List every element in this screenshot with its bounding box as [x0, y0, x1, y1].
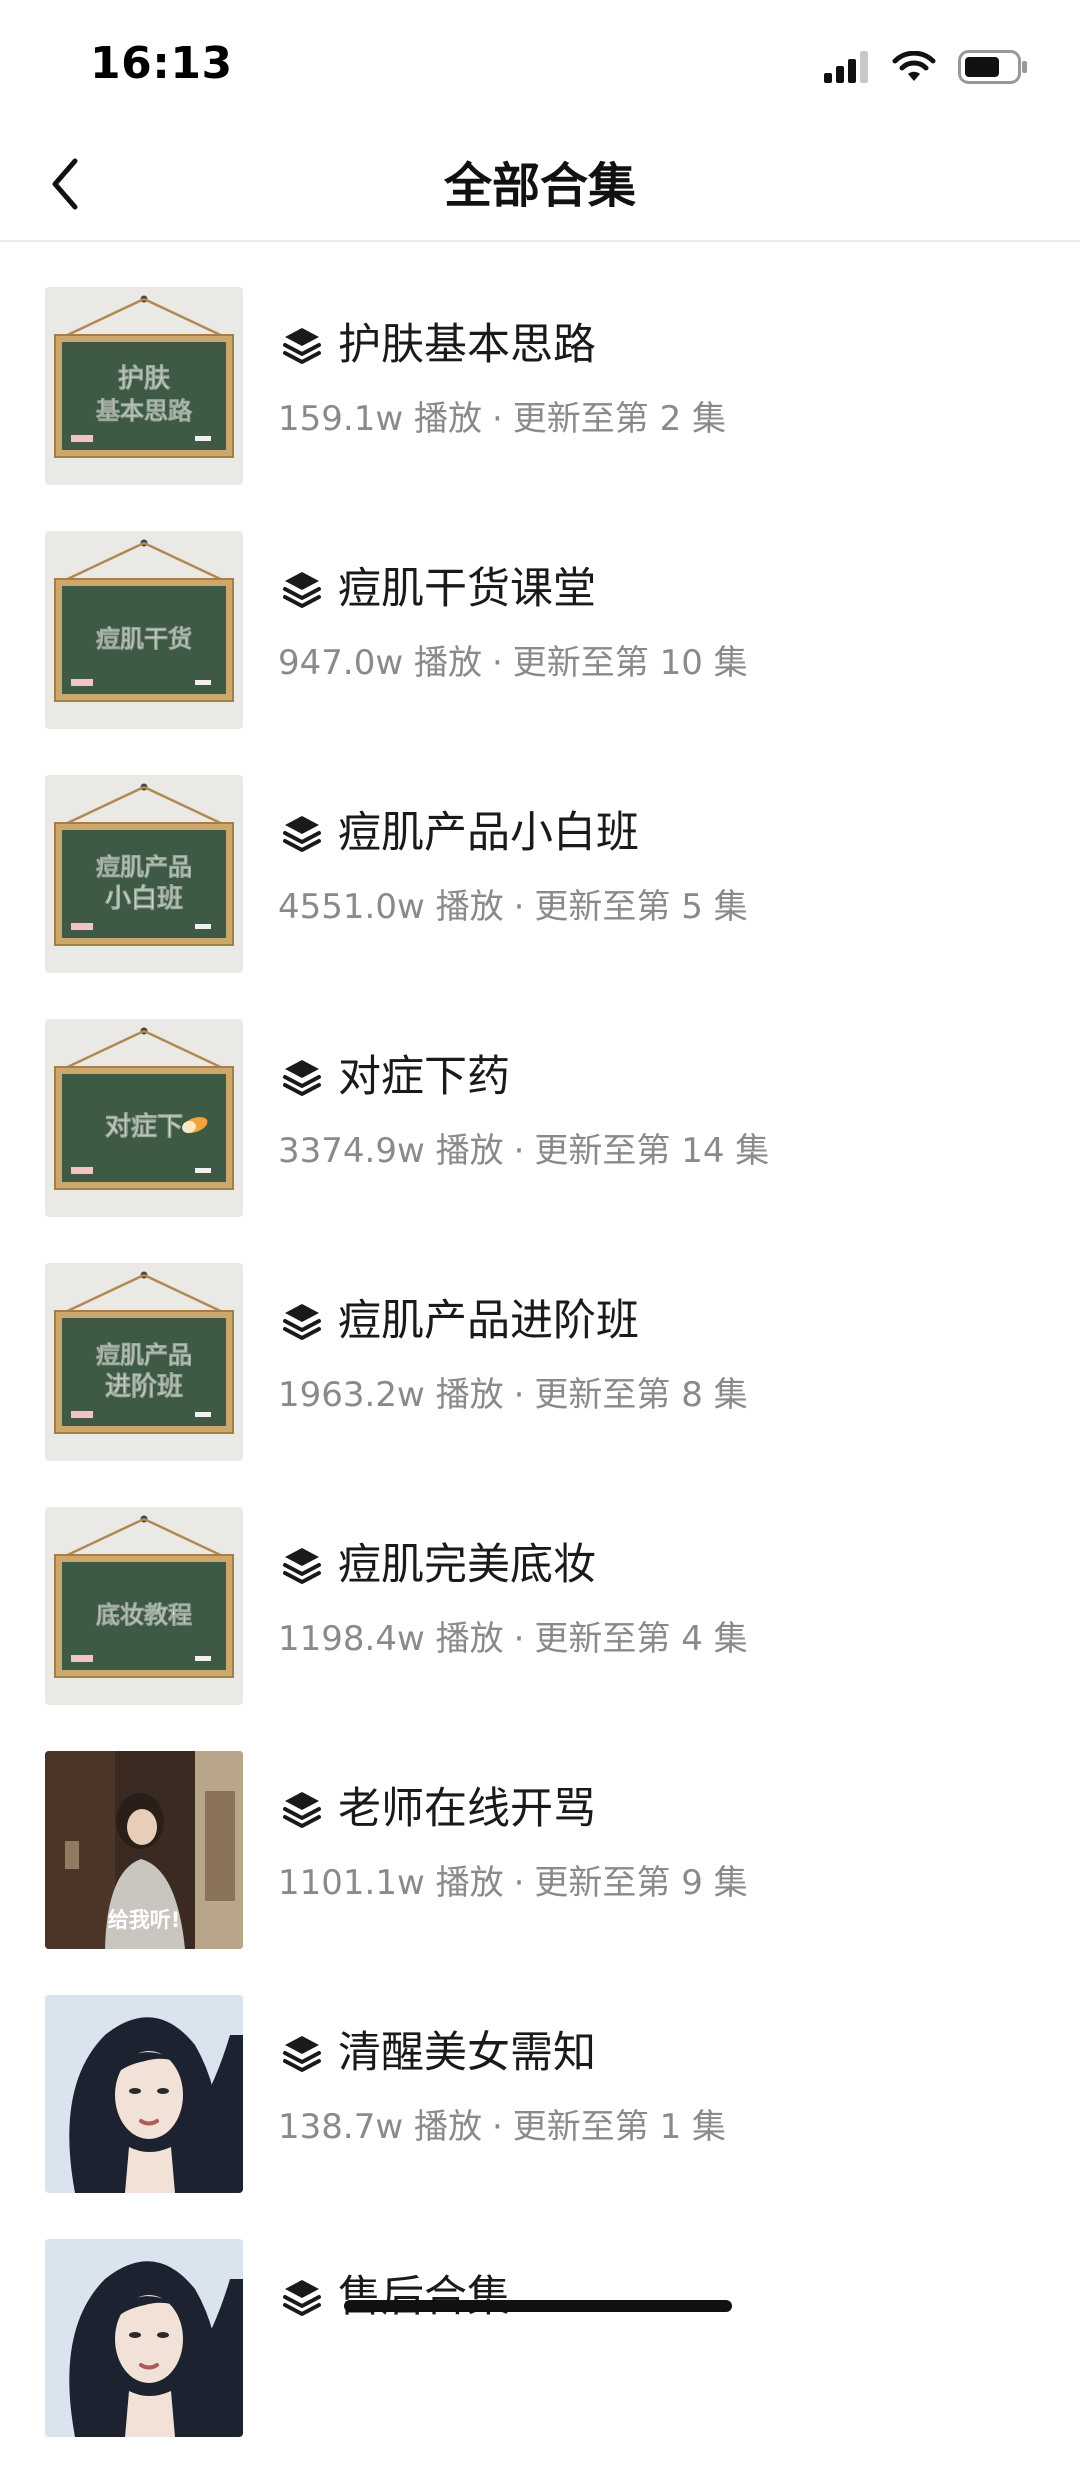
wifi-icon — [892, 50, 936, 87]
layers-icon — [280, 323, 324, 367]
play-count: 4551.0w 播放 — [278, 887, 504, 927]
collection-title[interactable]: 护肤基本思路 — [338, 317, 596, 373]
collection-thumbnail[interactable]: 护肤 基本思路 — [45, 287, 243, 485]
collection-meta: 947.0w 播放 · 更新至第 10 集 — [278, 641, 748, 685]
meta-separator: · — [513, 1375, 525, 1415]
collection-thumbnail[interactable]: 痘肌产品 进阶班 — [45, 1263, 243, 1461]
meta-separator: · — [513, 1619, 525, 1659]
collection-item[interactable]: 痘肌产品 小白班 痘肌产品小白班 4551.0w 播放 · 更新至第 5 集 — [0, 775, 1080, 1019]
play-count: 1198.4w 播放 — [278, 1619, 504, 1659]
status-bar: 16:13 — [0, 0, 1080, 130]
collection-thumbnail[interactable] — [45, 1995, 243, 2193]
thumb-text: 基本思路 — [96, 397, 193, 425]
collection-title-row: 对症下药 — [280, 1049, 510, 1105]
thumb-text: 进阶班 — [105, 1372, 183, 1402]
meta-separator: · — [491, 399, 503, 439]
collection-title-row: 痘肌干货课堂 — [280, 561, 596, 617]
collection-title-row: 售后合集 — [280, 2269, 510, 2325]
meta-separator: · — [513, 1863, 525, 1903]
collection-title[interactable]: 痘肌产品小白班 — [338, 805, 639, 861]
collection-title-row: 清醒美女需知 — [280, 2025, 596, 2081]
episode-update: 更新至第 4 集 — [534, 1619, 748, 1659]
episode-update: 更新至第 5 集 — [534, 887, 748, 927]
collection-meta: 1198.4w 播放 · 更新至第 4 集 — [278, 1617, 748, 1661]
thumb-text: 痘肌产品 — [96, 1341, 192, 1369]
collection-title[interactable]: 老师在线开骂 — [338, 1781, 596, 1837]
layers-icon — [280, 1299, 324, 1343]
collection-meta: 138.7w 播放 · 更新至第 1 集 — [278, 2105, 726, 2149]
collection-thumbnail[interactable]: 对症下 — [45, 1019, 243, 1217]
status-icons — [824, 50, 1028, 88]
thumb-caption: 给我听! — [108, 1908, 181, 1932]
layers-icon — [280, 1543, 324, 1587]
play-count: 1101.1w 播放 — [278, 1863, 504, 1903]
collection-title[interactable]: 售后合集 — [338, 2269, 510, 2325]
collection-thumbnail[interactable]: 痘肌产品 小白班 — [45, 775, 243, 973]
thumb-text: 底妆教程 — [96, 1601, 192, 1629]
collection-thumbnail[interactable]: 底妆教程 — [45, 1507, 243, 1705]
nav-bar: 全部合集 — [0, 130, 1080, 242]
thumb-text: 对症下 — [105, 1111, 183, 1142]
meta-separator: · — [491, 643, 503, 683]
layers-icon — [280, 2031, 324, 2075]
collection-item[interactable]: 痘肌产品 进阶班 痘肌产品进阶班 1963.2w 播放 · 更新至第 8 集 — [0, 1263, 1080, 1507]
play-count: 138.7w 播放 — [278, 2107, 482, 2147]
layers-icon — [280, 1787, 324, 1831]
thumb-text: 护肤 — [118, 364, 171, 394]
collection-title-row: 痘肌产品进阶班 — [280, 1293, 639, 1349]
collection-item[interactable]: 护肤 基本思路 护肤基本思路 159.1w 播放 · 更新至第 2 集 — [0, 287, 1080, 531]
collection-title[interactable]: 痘肌完美底妆 — [338, 1537, 596, 1593]
layers-icon — [280, 1055, 324, 1099]
status-time: 16:13 — [90, 38, 233, 89]
play-count: 159.1w 播放 — [278, 399, 482, 439]
episode-update: 更新至第 2 集 — [512, 399, 727, 439]
thumb-text: 小白班 — [105, 883, 183, 914]
episode-update: 更新至第 8 集 — [534, 1375, 748, 1415]
meta-separator: · — [513, 887, 525, 927]
collection-item[interactable]: 对症下 对症下药 3374.9w 播放 · 更新至第 14 集 — [0, 1019, 1080, 1263]
thumb-text: 痘肌产品 — [96, 853, 192, 881]
layers-icon — [280, 567, 324, 611]
collection-title[interactable]: 清醒美女需知 — [338, 2025, 596, 2081]
collection-title-row: 痘肌完美底妆 — [280, 1537, 596, 1593]
collection-thumbnail[interactable]: 给我听! — [45, 1751, 243, 1949]
page-title: 全部合集 — [443, 158, 636, 214]
collection-item[interactable]: 痘肌干货 痘肌干货课堂 947.0w 播放 · 更新至第 10 集 — [0, 531, 1080, 775]
collection-meta: 159.1w 播放 · 更新至第 2 集 — [278, 397, 726, 441]
meta-separator: · — [491, 2107, 503, 2147]
layers-icon — [280, 2275, 324, 2319]
meta-separator: · — [513, 1131, 525, 1171]
signal-icon — [824, 51, 870, 87]
collection-title[interactable]: 对症下药 — [338, 1049, 510, 1105]
collection-thumbnail[interactable] — [45, 2239, 243, 2437]
play-count: 3374.9w 播放 — [278, 1131, 504, 1171]
collection-meta: 1101.1w 播放 · 更新至第 9 集 — [278, 1861, 748, 1905]
collection-item[interactable]: 售后合集 — [0, 2239, 1080, 2483]
collection-title-row: 老师在线开骂 — [280, 1781, 596, 1837]
collection-item[interactable]: 给我听! 老师在线开骂 1101.1w 播放 · 更新至第 9 集 — [0, 1751, 1080, 1995]
home-indicator[interactable] — [344, 2300, 732, 2312]
collection-thumbnail[interactable]: 痘肌干货 — [45, 531, 243, 729]
collection-item[interactable]: 清醒美女需知 138.7w 播放 · 更新至第 1 集 — [0, 1995, 1080, 2239]
episode-update: 更新至第 14 集 — [534, 1131, 770, 1171]
thumb-text: 痘肌干货 — [96, 625, 192, 653]
collection-title-row: 护肤基本思路 — [280, 317, 596, 373]
episode-update: 更新至第 1 集 — [512, 2107, 727, 2147]
collection-item[interactable]: 底妆教程 痘肌完美底妆 1198.4w 播放 · 更新至第 4 集 — [0, 1507, 1080, 1751]
episode-update: 更新至第 9 集 — [534, 1863, 748, 1903]
collection-title[interactable]: 痘肌干货课堂 — [338, 561, 596, 617]
collection-list: 护肤 基本思路 护肤基本思路 159.1w 播放 · 更新至第 2 集痘肌干货 痘肌干货课堂… — [0, 287, 1080, 2483]
episode-update: 更新至第 10 集 — [512, 643, 748, 683]
layers-icon — [280, 811, 324, 855]
play-count: 947.0w 播放 — [278, 643, 482, 683]
collection-meta: 3374.9w 播放 · 更新至第 14 集 — [278, 1129, 769, 1173]
collection-meta: 1963.2w 播放 · 更新至第 8 集 — [278, 1373, 748, 1417]
collection-title[interactable]: 痘肌产品进阶班 — [338, 1293, 639, 1349]
battery-icon — [958, 50, 1028, 88]
play-count: 1963.2w 播放 — [278, 1375, 504, 1415]
collection-meta: 4551.0w 播放 · 更新至第 5 集 — [278, 885, 748, 929]
collection-title-row: 痘肌产品小白班 — [280, 805, 639, 861]
